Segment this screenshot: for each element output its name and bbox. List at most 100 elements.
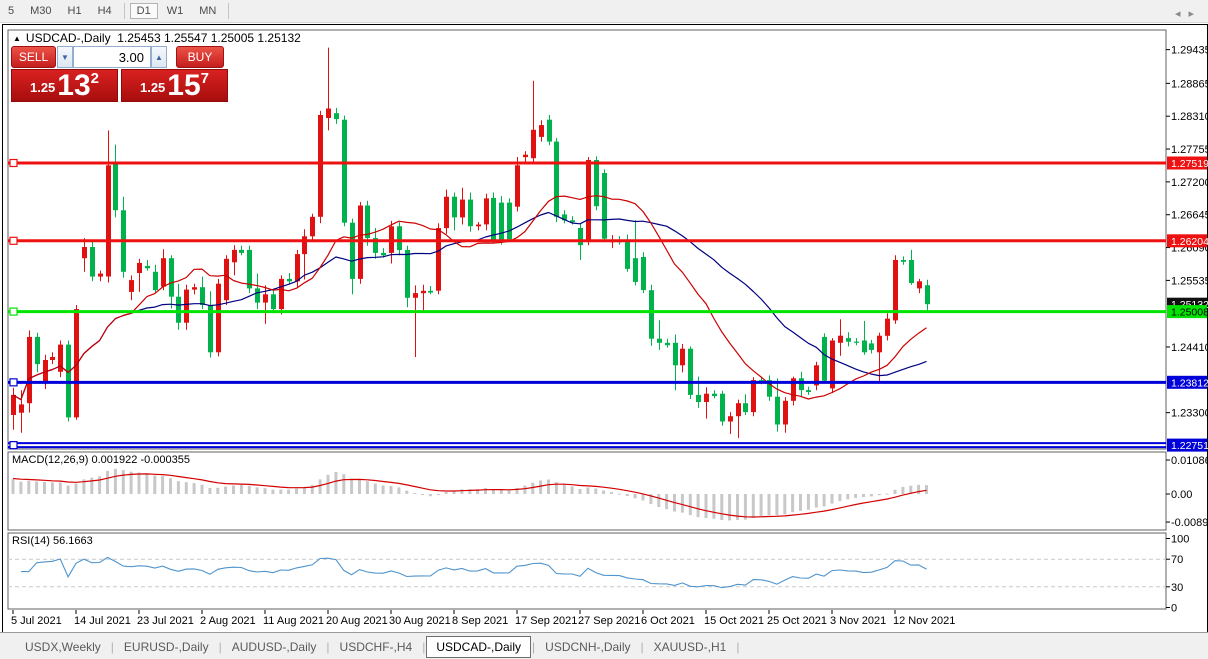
tab-separator: | xyxy=(111,640,114,654)
hline-handle[interactable] xyxy=(10,442,17,449)
timeframe-mn[interactable]: MN xyxy=(192,3,223,19)
price-axis-label: 1.28310 xyxy=(1171,111,1208,123)
macd-histogram-bar xyxy=(327,475,330,494)
macd-histogram-bar xyxy=(642,494,645,501)
macd-histogram-bar xyxy=(728,494,731,520)
candle-bullish xyxy=(98,274,103,277)
date-axis-label: 12 Nov 2021 xyxy=(893,615,955,627)
candle-bullish xyxy=(129,280,134,292)
sell-price-sup: 2 xyxy=(91,70,99,87)
candle-bearish xyxy=(334,113,339,119)
macd-value-main: 0.001922 xyxy=(91,454,137,466)
timeframe-d1[interactable]: D1 xyxy=(130,3,158,19)
timeframe-w1[interactable]: W1 xyxy=(160,3,191,19)
candle-bearish xyxy=(428,291,433,293)
sell-price-panel[interactable]: 1.25 13 2 xyxy=(11,69,118,102)
macd-histogram-bar xyxy=(27,481,30,494)
candle-bearish xyxy=(594,160,599,206)
chart-tab-usdx[interactable]: USDX,Weekly xyxy=(16,636,110,658)
macd-histogram-bar xyxy=(571,486,574,494)
volume-increase-button[interactable]: ▲ xyxy=(151,46,167,68)
candle-bearish xyxy=(153,272,158,290)
date-axis-label: 15 Oct 2021 xyxy=(704,615,764,627)
macd-indicator-label: MACD(12,26,9) 0.001922 -0.000355 xyxy=(12,454,190,466)
price-axis-label: 1.26645 xyxy=(1171,210,1208,222)
timeframe-5[interactable]: 5 xyxy=(1,3,21,19)
macd-histogram-bar xyxy=(791,494,794,512)
candle-bearish xyxy=(200,287,205,305)
sell-button[interactable]: SELL xyxy=(11,46,56,68)
chart-tab-usdcnh-[interactable]: USDCNH-,Daily xyxy=(536,636,639,658)
chart-tab-usdchf-[interactable]: USDCHF-,H4 xyxy=(331,636,422,658)
macd-histogram-bar xyxy=(67,486,70,495)
tab-scroll-arrows[interactable]: ◂▸ xyxy=(1175,7,1202,20)
date-axis-label: 8 Sep 2021 xyxy=(452,615,508,627)
candle-bearish xyxy=(901,260,906,262)
macd-histogram-bar xyxy=(712,494,715,519)
candle-bearish xyxy=(909,260,914,283)
candle-bearish xyxy=(405,250,410,298)
macd-histogram-bar xyxy=(366,481,369,494)
volume-input[interactable]: 3.00 xyxy=(73,46,151,68)
macd-histogram-bar xyxy=(689,494,692,515)
candle-bearish xyxy=(113,163,118,210)
timeframe-h4[interactable]: H4 xyxy=(91,3,119,19)
hline-handle[interactable] xyxy=(10,379,17,386)
collapse-panel-icon[interactable]: ▲ xyxy=(13,34,21,43)
macd-histogram-bar xyxy=(208,488,211,494)
price-axis-label: 1.27755 xyxy=(1171,144,1208,156)
date-axis-label: 3 Nov 2021 xyxy=(830,615,886,627)
candle-bullish xyxy=(877,336,882,353)
price-axis-label: 1.23300 xyxy=(1171,408,1208,420)
timeframe-m30[interactable]: M30 xyxy=(23,3,58,19)
buy-price-panel[interactable]: 1.25 15 7 xyxy=(121,69,228,102)
candle-bearish xyxy=(633,258,638,282)
macd-histogram-bar xyxy=(342,474,345,494)
date-axis-label: 27 Sep 2021 xyxy=(578,615,640,627)
candle-bearish xyxy=(720,394,725,422)
sell-price-prefix: 1.25 xyxy=(30,80,55,95)
chart-symbol-header: ▲USDCAD-,Daily 1.25453 1.25547 1.25005 1… xyxy=(13,31,301,45)
macd-histogram-bar xyxy=(697,494,700,517)
candle-bullish xyxy=(680,349,685,366)
candle-bullish xyxy=(216,284,221,353)
macd-axis-label: 0.010869 xyxy=(1171,455,1208,467)
candle-bearish xyxy=(365,206,370,239)
macd-histogram-bar xyxy=(413,493,416,494)
chart-tab-usdcad-[interactable]: USDCAD-,Daily xyxy=(426,636,531,658)
macd-histogram-bar xyxy=(240,485,243,494)
chart-tab-xauusd-[interactable]: XAUUSD-,H1 xyxy=(645,636,736,658)
candle-bullish xyxy=(736,403,741,416)
hline-handle[interactable] xyxy=(10,308,17,315)
rsi-indicator-label: RSI(14) 56.1663 xyxy=(12,535,93,547)
timeframe-h1[interactable]: H1 xyxy=(61,3,89,19)
macd-histogram-bar xyxy=(405,491,408,494)
macd-histogram-bar xyxy=(618,494,621,495)
candle-bullish xyxy=(539,125,544,137)
price-chart[interactable]: 0.0108690.00-0.008974100703001.294351.28… xyxy=(0,24,1208,631)
hline-handle[interactable] xyxy=(10,160,17,167)
candle-bearish xyxy=(452,197,457,218)
macd-histogram-bar xyxy=(862,494,865,497)
hline-badge-label: 1.27519 xyxy=(1171,158,1208,170)
candle-bearish xyxy=(925,285,930,304)
candle-bearish xyxy=(176,297,181,323)
volume-decrease-button[interactable]: ▼ xyxy=(57,46,73,68)
macd-histogram-bar xyxy=(153,476,156,494)
macd-histogram-bar xyxy=(429,494,432,496)
candle-bullish xyxy=(295,254,300,281)
macd-histogram-bar xyxy=(90,478,93,494)
candle-bullish xyxy=(232,250,237,262)
hline-handle[interactable] xyxy=(10,237,17,244)
hline-badge-label: 1.23812 xyxy=(1171,377,1208,389)
macd-histogram-bar xyxy=(145,474,148,494)
candle-bearish xyxy=(625,240,630,269)
date-axis-label: 6 Oct 2021 xyxy=(641,615,695,627)
toolbar-separator xyxy=(124,3,125,19)
macd-histogram-bar xyxy=(799,494,802,511)
chart-tab-eurusd-[interactable]: EURUSD-,Daily xyxy=(115,636,218,658)
chart-tab-audusd-[interactable]: AUDUSD-,Daily xyxy=(223,636,326,658)
macd-histogram-bar xyxy=(98,476,101,494)
candle-bullish xyxy=(728,416,733,421)
buy-button[interactable]: BUY xyxy=(176,46,224,68)
